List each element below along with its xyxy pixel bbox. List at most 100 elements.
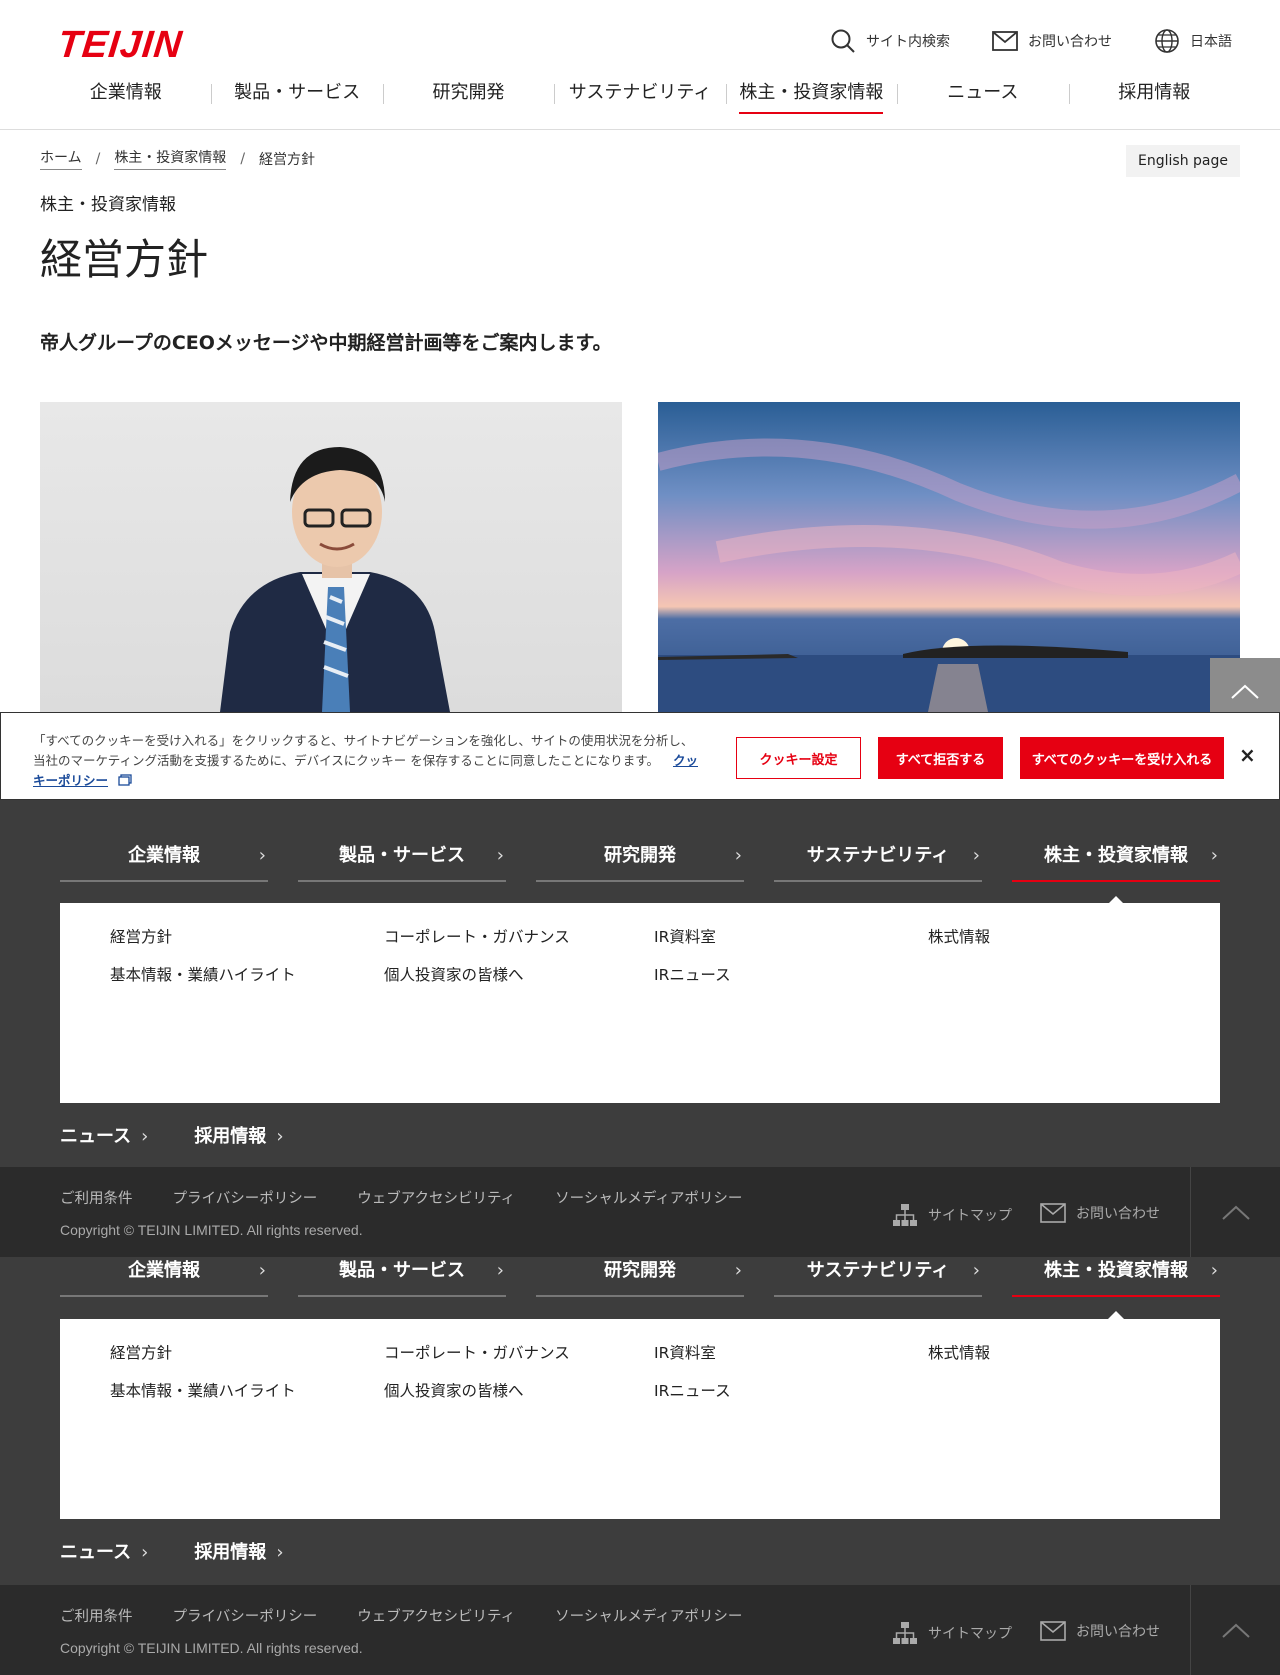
- footer-social-link[interactable]: ソーシャルメディアポリシー: [555, 1605, 742, 1626]
- gnav-label: 株主・投資家情報: [739, 78, 884, 114]
- footer-link-label: 採用情報: [194, 1126, 267, 1147]
- mega-link-stock[interactable]: 株式情報: [928, 925, 990, 947]
- language-switch[interactable]: 日本語: [1154, 28, 1232, 54]
- footer-tab-sustainability[interactable]: サステナビリティ ›: [774, 1257, 982, 1297]
- footer-link-news[interactable]: ニュース ›: [60, 1122, 148, 1148]
- reject-all-button[interactable]: すべて拒否する: [878, 737, 1003, 779]
- page-category: 株主・投資家情報: [40, 195, 176, 215]
- footer-tab-label: 製品・サービス: [339, 845, 465, 866]
- footer-sub-links: ニュース › 採用情報 ›: [60, 1538, 284, 1564]
- gnav-research[interactable]: 研究開発: [382, 78, 554, 114]
- gnav-label: 研究開発: [432, 82, 505, 103]
- gnav-ir[interactable]: 株主・投資家情報: [725, 78, 897, 114]
- footer-social-link[interactable]: ソーシャルメディアポリシー: [555, 1187, 742, 1208]
- footer-accessibility-link[interactable]: ウェブアクセシビリティ: [357, 1605, 515, 1626]
- mega-link-ir-library[interactable]: IR資料室: [654, 1341, 716, 1363]
- footer-sitemap-link[interactable]: サイトマップ: [892, 1621, 1012, 1645]
- footer-sitemap-link[interactable]: サイトマップ: [892, 1203, 1012, 1227]
- footer-link-recruit[interactable]: 採用情報 ›: [194, 1538, 283, 1564]
- mega-link-governance[interactable]: コーポレート・ガバナンス: [384, 925, 570, 947]
- footer-page-top-button[interactable]: [1190, 1167, 1280, 1257]
- mega-link-policy[interactable]: 経営方針: [110, 925, 172, 947]
- copyright: Copyright © TEIJIN LIMITED. All rights r…: [60, 1640, 363, 1656]
- breadcrumb-ir[interactable]: 株主・投資家情報: [114, 147, 227, 170]
- chevron-right-icon: ›: [1210, 845, 1218, 866]
- footer-privacy-link[interactable]: プライバシーポリシー: [173, 1605, 318, 1626]
- footer-contact-label: お問い合わせ: [1076, 1206, 1160, 1222]
- footer-contact-link[interactable]: お問い合わせ: [1040, 1621, 1160, 1641]
- footer-tab-products[interactable]: 製品・サービス ›: [298, 1257, 506, 1297]
- footer-terms-link[interactable]: ご利用条件: [60, 1187, 133, 1208]
- footer-tab-label: 企業情報: [128, 845, 200, 866]
- chevron-up-icon: [1222, 1623, 1250, 1638]
- gnav-recruit[interactable]: 採用情報: [1068, 78, 1240, 114]
- footer-link-recruit[interactable]: 採用情報 ›: [194, 1122, 283, 1148]
- footer-legal-links: ご利用条件 プライバシーポリシー ウェブアクセシビリティ ソーシャルメディアポリ…: [60, 1605, 742, 1626]
- chevron-up-icon: [1222, 1205, 1250, 1220]
- cookie-banner: 「すべてのクッキーを受け入れる」をクリックすると、サイトナビゲーションを強化し、…: [0, 712, 1280, 800]
- cookie-settings-button[interactable]: クッキー設定: [736, 737, 861, 779]
- accept-all-button[interactable]: すべてのクッキーを受け入れる: [1020, 737, 1224, 779]
- search-icon: [831, 29, 855, 53]
- mail-icon: [1040, 1621, 1066, 1641]
- mail-icon: [1040, 1203, 1066, 1223]
- close-icon[interactable]: ×: [1239, 743, 1256, 767]
- gnav-label: ニュース: [947, 82, 1019, 103]
- page-lead: 帝人グループのCEOメッセージや中期経営計画等をご案内します。: [40, 332, 612, 354]
- mega-link-governance[interactable]: コーポレート・ガバナンス: [384, 1341, 570, 1363]
- mega-link-individual[interactable]: 個人投資家の皆様へ: [384, 1379, 524, 1401]
- mega-link-highlights[interactable]: 基本情報・業績ハイライト: [110, 963, 296, 985]
- breadcrumb-separator: /: [240, 150, 246, 167]
- footer-nav-tabs: 企業情報 › 製品・サービス › 研究開発 › サステナビリティ › 株主・投資家情報 ›: [60, 842, 1220, 906]
- mega-link-individual[interactable]: 個人投資家の皆様へ: [384, 963, 524, 985]
- gnav-sustainability[interactable]: サステナビリティ: [554, 78, 725, 114]
- footer-tab-company[interactable]: 企業情報 ›: [60, 842, 268, 882]
- footer-link-label: 採用情報: [194, 1542, 267, 1563]
- footer-tab-company[interactable]: 企業情報 ›: [60, 1257, 268, 1297]
- contact-link[interactable]: お問い合わせ: [992, 31, 1112, 51]
- management-plan-photo[interactable]: [658, 402, 1240, 712]
- footer-tab-products[interactable]: 製品・サービス ›: [298, 842, 506, 882]
- english-page-button[interactable]: English page: [1126, 145, 1240, 177]
- footer-tab-research[interactable]: 研究開発 ›: [536, 842, 744, 882]
- mega-link-highlights[interactable]: 基本情報・業績ハイライト: [110, 1379, 296, 1401]
- footer-tab-research[interactable]: 研究開発 ›: [536, 1257, 744, 1297]
- chevron-right-icon: ›: [258, 845, 266, 866]
- footer-tab-label: 研究開発: [604, 845, 676, 866]
- ceo-portrait-image: [220, 447, 450, 712]
- ir-mega-menu: 経営方針 基本情報・業績ハイライト コーポレート・ガバナンス 個人投資家の皆様へ…: [60, 903, 1220, 1103]
- footer-accessibility-link[interactable]: ウェブアクセシビリティ: [357, 1187, 515, 1208]
- site-search-link[interactable]: サイト内検索: [830, 28, 950, 54]
- mega-link-stock[interactable]: 株式情報: [928, 1341, 990, 1363]
- chevron-right-icon: ›: [141, 1542, 149, 1563]
- mega-link-ir-library[interactable]: IR資料室: [654, 925, 716, 947]
- footer-privacy-link[interactable]: プライバシーポリシー: [173, 1187, 318, 1208]
- breadcrumb-current: 経営方針: [259, 151, 316, 168]
- gnav-company[interactable]: 企業情報: [40, 78, 211, 114]
- chevron-right-icon: ›: [972, 845, 980, 866]
- gnav-label: サステナビリティ: [568, 82, 712, 103]
- mega-link-ir-news[interactable]: IRニュース: [654, 963, 731, 985]
- footer-tab-ir[interactable]: 株主・投資家情報 ›: [1012, 1257, 1220, 1321]
- cookie-text: 「すべてのクッキーを受け入れる」をクリックすると、サイトナビゲーションを強化し、…: [33, 731, 699, 791]
- footer-terms-link[interactable]: ご利用条件: [60, 1605, 133, 1626]
- footer-tab-label: 製品・サービス: [339, 1260, 465, 1281]
- sitemap-icon: [893, 1204, 917, 1226]
- mega-link-ir-news[interactable]: IRニュース: [654, 1379, 731, 1401]
- sunset-sea-image: [658, 438, 1240, 712]
- footer-tab-sustainability[interactable]: サステナビリティ ›: [774, 842, 982, 882]
- header-utilities: サイト内検索 お問い合わせ 日本語: [830, 28, 1232, 54]
- footer-page-top-button[interactable]: [1190, 1585, 1280, 1675]
- footer-tab-ir[interactable]: 株主・投資家情報 ›: [1012, 842, 1220, 906]
- footer-link-news[interactable]: ニュース ›: [60, 1538, 148, 1564]
- breadcrumb-home[interactable]: ホーム: [40, 147, 82, 170]
- gnav-products[interactable]: 製品・サービス: [211, 78, 382, 114]
- teijin-logo[interactable]: TEIJIN: [56, 24, 185, 67]
- page-title: 経営方針: [40, 235, 209, 284]
- chevron-right-icon: ›: [276, 1126, 284, 1147]
- chevron-right-icon: ›: [1210, 1260, 1218, 1281]
- ceo-message-photo[interactable]: [40, 402, 622, 712]
- mega-link-policy[interactable]: 経営方針: [110, 1341, 172, 1363]
- gnav-news[interactable]: ニュース: [897, 78, 1068, 114]
- footer-contact-link[interactable]: お問い合わせ: [1040, 1203, 1160, 1223]
